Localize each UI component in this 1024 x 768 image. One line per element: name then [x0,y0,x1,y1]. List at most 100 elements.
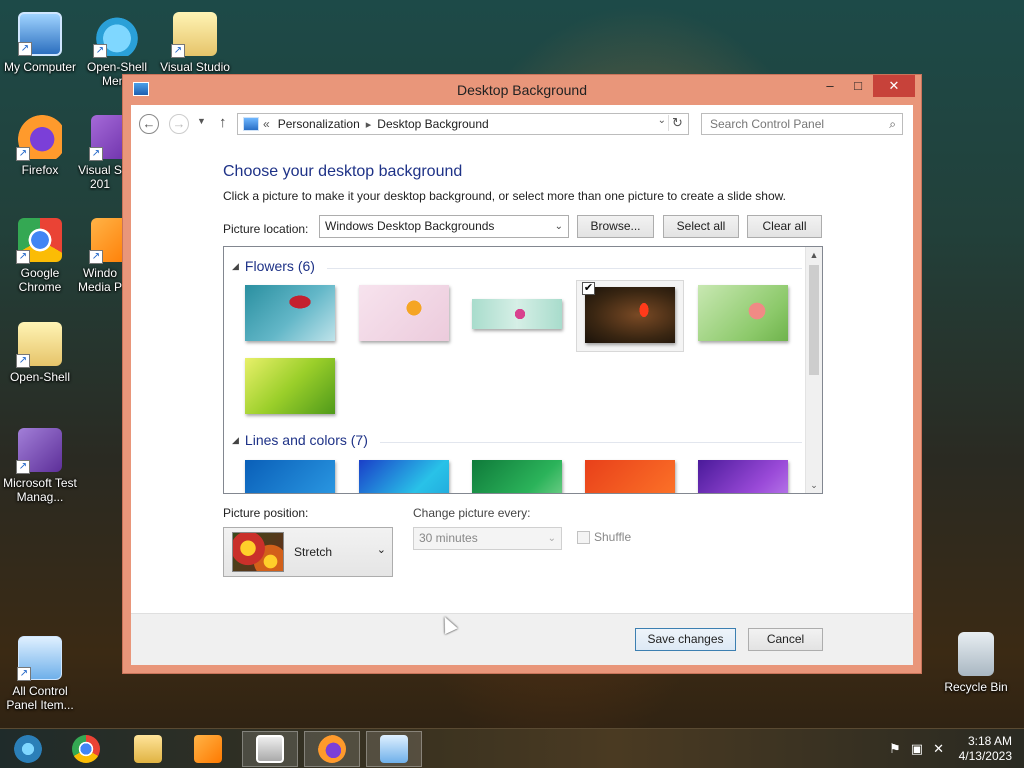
picture-location-value: Windows Desktop Backgrounds [325,219,495,233]
search-input[interactable] [702,114,872,134]
media-player-icon: ↗ [89,218,123,264]
wallpaper-thumbnail[interactable] [585,460,675,493]
minimize-button[interactable]: – [815,75,845,97]
network-icon[interactable]: ▣ [911,741,923,757]
desktop-icon-my-computer[interactable]: ↗ My Computer [0,12,80,74]
test-manager-icon: ↗ [16,428,62,474]
picture-position-label: Picture position: [223,506,309,520]
desktop-icon-label: My Computer [3,60,77,74]
desktop-icon-open-shell[interactable]: ↗ Open-Shell [0,322,80,384]
system-clock[interactable]: 3:18 AM 4/13/2023 [959,734,1012,764]
forward-button[interactable]: → [169,114,189,134]
desktop-icon-microsoft-test-manager[interactable]: ↗ Microsoft Test Manag... [0,428,80,504]
desktop-icon-label: All Control Panel Item... [6,684,74,712]
recent-locations-button[interactable]: ▼ [197,116,206,126]
wallpaper-thumbnail[interactable] [472,299,562,329]
control-panel-icon [243,117,259,131]
scroll-down-icon[interactable]: ⌄ [806,477,822,493]
title-bar[interactable]: Desktop Background – □ ✕ [123,75,921,105]
shortcut-arrow-icon: ↗ [16,147,30,161]
flag-icon[interactable]: ⚑ [889,741,901,757]
dialog-footer: Save changes Cancel [131,613,913,665]
shortcut-arrow-icon: ↗ [16,354,30,368]
wallpaper-thumbnail[interactable] [359,285,449,341]
scroll-up-icon[interactable]: ▲ [806,247,822,263]
thumbnail-checkbox[interactable]: ✔ [582,282,595,295]
desktop-icon-google-chrome[interactable]: ↗ Google Chrome [0,218,80,294]
desktop-icon-all-control-panel-items[interactable]: ↗ All Control Panel Item... [0,636,80,712]
picture-gallery[interactable]: ◢ Flowers (6) ✔ ◢ Lines and colors (7) ▲… [223,246,823,494]
save-changes-button[interactable]: Save changes [635,628,736,651]
address-bar[interactable]: « Personalization ▸ Desktop Background ⌄… [237,113,689,135]
desktop-icon-recycle-bin[interactable]: Recycle Bin [936,632,1016,694]
search-icon[interactable]: ⌕ [889,117,896,132]
taskbar-control-panel[interactable] [366,731,422,767]
collapse-triangle-icon[interactable]: ◢ [232,435,239,446]
address-overflow-chevron-icon[interactable]: « [263,117,270,131]
group-divider [380,442,802,443]
chevron-down-icon: ⌄ [376,544,386,556]
folder-icon [134,735,162,763]
cancel-button[interactable]: Cancel [748,628,823,651]
gallery-scrollbar[interactable]: ▲ ⌄ [805,247,822,493]
computer-icon: ↗ [18,12,62,56]
shuffle-option[interactable]: Shuffle [577,530,631,544]
position-preview-image [232,532,284,572]
wallpaper-thumbnail[interactable] [359,460,449,493]
picture-location-select[interactable]: Windows Desktop Backgrounds ⌄ [319,215,569,238]
desktop-icon-label: Open-Shell [9,370,71,384]
browse-button[interactable]: Browse... [577,215,654,238]
refresh-icon[interactable]: ↻ [668,115,686,131]
up-button[interactable]: ↑ [219,114,227,131]
taskbar-media-player[interactable] [180,731,236,767]
shortcut-arrow-icon: ↗ [89,250,103,264]
page-description: Click a picture to make it your desktop … [223,189,786,203]
shortcut-arrow-icon: ↗ [17,667,31,681]
start-orb-icon [14,735,42,763]
wallpaper-thumbnail-selected[interactable] [585,287,675,343]
maximize-button[interactable]: □ [843,75,873,97]
taskbar-chrome[interactable] [58,731,114,767]
desktop-icon-visual-studio-2019[interactable]: ↗ Visual S 201 [77,115,123,191]
scrollbar-thumb[interactable] [809,265,819,375]
wallpaper-thumbnail[interactable] [472,460,562,493]
collapse-triangle-icon[interactable]: ◢ [232,261,239,272]
desktop-background-window: Desktop Background – □ ✕ ← → ▼ ↑ « Perso… [122,74,922,674]
search-box[interactable]: ⌕ [701,113,903,135]
start-button[interactable] [0,731,56,767]
breadcrumb-personalization[interactable]: Personalization [278,117,360,131]
volume-muted-icon[interactable]: ✕ [933,741,944,757]
close-button[interactable]: ✕ [873,75,915,97]
wallpaper-thumbnail[interactable] [245,285,335,341]
change-picture-interval-select[interactable]: 30 minutes ⌄ [413,527,562,550]
desktop-icon-visual-studio[interactable]: ↗ Visual Studio [155,12,235,74]
taskbar-screen-recorder[interactable] [242,731,298,767]
desktop-icon-label: Firefox [21,163,59,177]
breadcrumb-separator-icon[interactable]: ▸ [366,118,372,131]
shuffle-checkbox[interactable] [577,530,590,544]
desktop-icon-firefox[interactable]: ↗ Firefox [0,115,80,177]
page-title: Choose your desktop background [223,163,463,180]
breadcrumb-desktop-background[interactable]: Desktop Background [377,117,488,131]
change-picture-value: 30 minutes [419,531,478,545]
chevron-down-icon: ⌄ [547,533,556,544]
select-all-button[interactable]: Select all [663,215,739,238]
group-header-flowers[interactable]: ◢ Flowers (6) [232,258,802,274]
back-button[interactable]: ← [139,114,159,134]
desktop-icon-windows-media-player[interactable]: ↗ Windo Media P [77,218,123,294]
shortcut-arrow-icon: ↗ [89,147,103,161]
shortcut-arrow-icon: ↗ [18,42,32,56]
wallpaper-thumbnail[interactable] [698,285,788,341]
address-dropdown-icon[interactable]: ⌄ [658,115,666,126]
group-header-lines-and-colors[interactable]: ◢ Lines and colors (7) [232,432,802,448]
taskbar-file-explorer[interactable] [120,731,176,767]
shortcut-arrow-icon: ↗ [171,44,185,58]
control-panel-icon [380,735,408,763]
picture-position-select[interactable]: Stretch ⌄ [223,527,393,577]
clear-all-button[interactable]: Clear all [747,215,822,238]
taskbar-firefox[interactable] [304,731,360,767]
wallpaper-thumbnail[interactable] [698,460,788,493]
wallpaper-thumbnail[interactable] [245,460,335,493]
wallpaper-thumbnail[interactable] [245,358,335,414]
shortcut-arrow-icon: ↗ [16,460,30,474]
